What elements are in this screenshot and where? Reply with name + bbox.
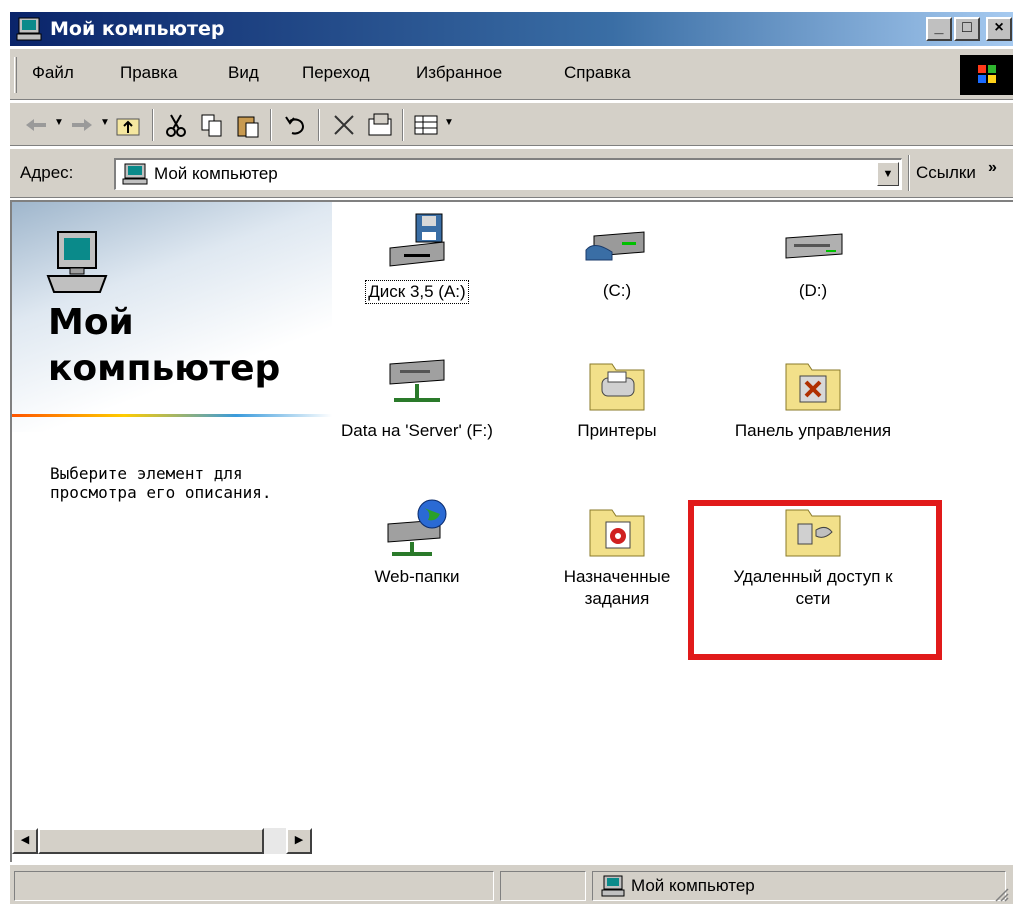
links-chevron-icon[interactable]: » bbox=[988, 159, 997, 177]
panel-description: Выберите элемент для просмотра его описа… bbox=[50, 464, 272, 502]
address-bar: Адрес: Мой компьютер ▼ Ссылки » bbox=[10, 148, 1013, 198]
undo-icon[interactable] bbox=[282, 111, 310, 139]
control-panel-folder-icon bbox=[785, 363, 841, 411]
forward-dropdown-icon[interactable]: ▼ bbox=[100, 117, 110, 128]
item-label: Data на 'Server' (F:) bbox=[341, 421, 493, 440]
status-pane-zone: Мой компьютер bbox=[592, 871, 1006, 901]
panel-title: Мой компьютер bbox=[48, 300, 280, 392]
close-button[interactable]: × bbox=[986, 17, 1012, 41]
toolbar-separator bbox=[270, 109, 272, 141]
item-label: (C:) bbox=[602, 281, 632, 300]
menu-edit[interactable]: Правка bbox=[120, 63, 177, 83]
menu-file[interactable]: Файл bbox=[32, 63, 74, 83]
address-label: Адрес: bbox=[20, 163, 74, 182]
highlight-box bbox=[688, 500, 942, 660]
hard-drive-icon bbox=[585, 231, 645, 261]
menu-help[interactable]: Справка bbox=[564, 63, 631, 83]
web-folders-icon bbox=[387, 499, 447, 556]
item-drive-d[interactable]: (D:) bbox=[728, 212, 898, 302]
scroll-thumb[interactable] bbox=[38, 828, 264, 854]
item-web-folders[interactable]: Web-папки bbox=[332, 498, 502, 588]
item-label: Web-папки bbox=[374, 567, 460, 586]
standard-toolbar: ▼ ▼ ▼ bbox=[10, 102, 1013, 146]
item-control-panel[interactable]: Панель управления bbox=[728, 352, 898, 442]
up-folder-icon[interactable] bbox=[114, 111, 142, 139]
back-dropdown-icon[interactable]: ▼ bbox=[54, 117, 64, 128]
resize-grip-icon[interactable] bbox=[991, 884, 1009, 902]
hard-drive-icon bbox=[785, 233, 843, 259]
item-printers[interactable]: Принтеры bbox=[532, 352, 702, 442]
address-separator bbox=[908, 155, 910, 191]
menu-go[interactable]: Переход bbox=[302, 63, 370, 83]
my-computer-icon bbox=[601, 875, 625, 897]
item-label: Назначенные задания bbox=[563, 567, 671, 608]
status-zone-text: Мой компьютер bbox=[631, 876, 755, 895]
item-floppy-a[interactable]: Диск 3,5 (A:) bbox=[332, 212, 502, 304]
status-pane-middle bbox=[500, 871, 586, 901]
item-network-drive-f[interactable]: Data на 'Server' (F:) bbox=[332, 352, 502, 442]
paste-icon[interactable] bbox=[234, 111, 262, 139]
my-computer-icon bbox=[16, 17, 42, 41]
toolbar-separator bbox=[318, 109, 320, 141]
toolbar-separator bbox=[402, 109, 404, 141]
address-value: Мой компьютер bbox=[154, 164, 278, 183]
copy-icon[interactable] bbox=[198, 111, 226, 139]
printers-folder-icon bbox=[589, 363, 645, 411]
network-drive-icon bbox=[389, 359, 445, 402]
panel-title-line1: Мой bbox=[48, 302, 134, 343]
status-bar: Мой компьютер bbox=[10, 864, 1013, 904]
my-computer-icon bbox=[122, 163, 148, 185]
my-computer-large-icon bbox=[46, 231, 108, 293]
back-icon[interactable] bbox=[22, 111, 50, 139]
toolbar-separator bbox=[152, 109, 154, 141]
links-button[interactable]: Ссылки bbox=[916, 163, 976, 183]
item-label: Диск 3,5 (A:) bbox=[365, 280, 469, 304]
views-icon[interactable] bbox=[412, 111, 440, 139]
minimize-button[interactable]: _ bbox=[926, 17, 952, 41]
windows-logo bbox=[960, 55, 1013, 95]
views-dropdown-icon[interactable]: ▼ bbox=[444, 117, 454, 128]
menu-bar: Файл Правка Вид Переход Избранное Справк… bbox=[10, 48, 1013, 100]
menu-grip[interactable] bbox=[14, 57, 17, 93]
address-input[interactable]: Мой компьютер ▼ bbox=[114, 158, 902, 190]
windows-flag-icon bbox=[978, 65, 996, 83]
cut-icon[interactable] bbox=[162, 111, 190, 139]
folder-view[interactable]: Мой компьютер Выберите элемент для просм… bbox=[10, 200, 1013, 862]
address-dropdown-button[interactable]: ▼ bbox=[877, 162, 899, 186]
maximize-button[interactable]: □ bbox=[954, 17, 980, 41]
floppy-drive-icon bbox=[389, 213, 445, 267]
item-label: Принтеры bbox=[577, 421, 657, 440]
horizontal-scrollbar[interactable]: ◀ ▶ bbox=[12, 828, 312, 854]
item-label: Панель управления bbox=[734, 421, 892, 440]
status-pane-main bbox=[14, 871, 494, 901]
delete-icon[interactable] bbox=[330, 111, 358, 139]
menu-view[interactable]: Вид bbox=[228, 63, 259, 83]
panel-title-line2: компьютер bbox=[48, 348, 281, 389]
item-drive-c[interactable]: (C:) bbox=[532, 212, 702, 302]
item-scheduled-tasks[interactable]: Назначенные задания bbox=[532, 498, 702, 610]
scroll-right-button[interactable]: ▶ bbox=[286, 828, 312, 854]
banner-divider bbox=[12, 414, 332, 417]
menu-favorites[interactable]: Избранное bbox=[416, 63, 502, 83]
window-title: Мой компьютер bbox=[50, 18, 225, 40]
item-label: (D:) bbox=[798, 281, 828, 300]
title-bar[interactable]: Мой компьютер _ □ × bbox=[10, 12, 1013, 46]
scroll-left-button[interactable]: ◀ bbox=[12, 828, 38, 854]
scheduled-tasks-folder-icon bbox=[589, 509, 645, 557]
forward-icon[interactable] bbox=[68, 111, 96, 139]
properties-icon[interactable] bbox=[366, 111, 394, 139]
